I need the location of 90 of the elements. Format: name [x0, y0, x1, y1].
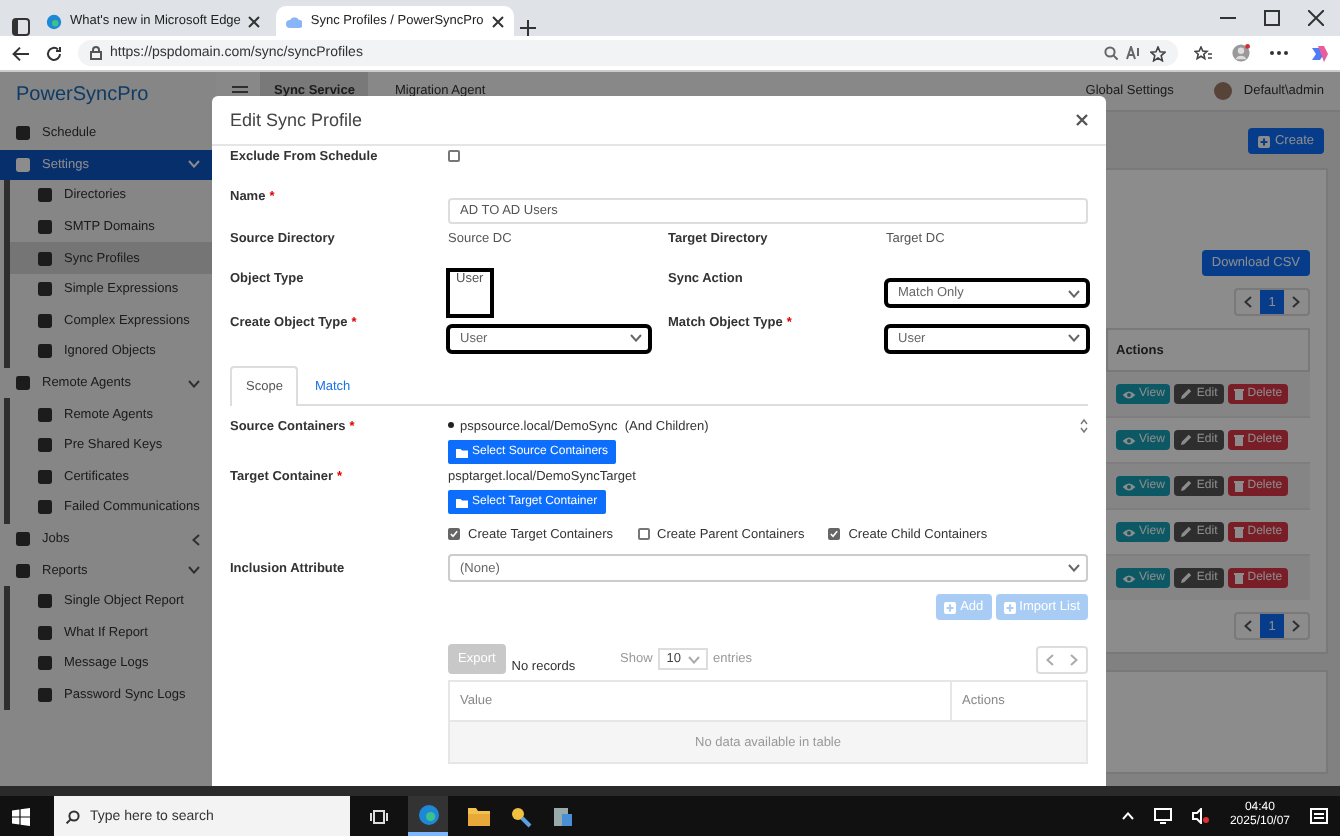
plus-square-icon: [1258, 135, 1271, 147]
search-icon[interactable]: [1104, 46, 1118, 60]
pencil-icon: [1180, 434, 1193, 446]
square-icon: [38, 188, 52, 203]
checkbox[interactable]: [448, 150, 460, 162]
square-icon: [38, 594, 52, 609]
pencil-icon: [1180, 388, 1193, 400]
read-aloud-icon[interactable]: [1126, 46, 1142, 60]
close-icon[interactable]: [1308, 10, 1324, 26]
checkbox[interactable]: [448, 528, 460, 540]
chevron-down-icon: [188, 566, 200, 575]
notification-icon[interactable]: [1310, 807, 1328, 825]
scroll-arrows-icon: [1080, 418, 1088, 434]
trash-icon: [1233, 572, 1244, 584]
close-icon[interactable]: [491, 15, 504, 27]
chevron-down-icon: [1068, 564, 1080, 572]
copilot-icon[interactable]: [1308, 43, 1328, 63]
chevron-left-icon: [192, 533, 200, 546]
square-icon: [38, 344, 52, 359]
dialog-title: Edit Sync Profile: [230, 110, 363, 130]
task-view-icon[interactable]: [370, 809, 388, 823]
chevron-down-icon: [687, 655, 699, 663]
square-icon: [16, 126, 30, 141]
lock-icon: [90, 46, 102, 60]
speaker-icon[interactable]: [1191, 808, 1210, 824]
chevron-right-icon: [1292, 620, 1300, 632]
square-icon: [38, 687, 52, 702]
trash-icon: [1233, 526, 1244, 538]
reload-icon[interactable]: [46, 45, 62, 61]
logo-text: PowerSyncPro: [16, 84, 149, 106]
square-icon: [38, 251, 52, 266]
search-icon: [66, 809, 80, 823]
favorites-icon[interactable]: [1194, 45, 1212, 61]
edge-icon: [46, 13, 62, 29]
chevron-left-icon: [1244, 620, 1252, 632]
edge-icon[interactable]: [417, 803, 439, 825]
chevron-left-icon: [1046, 653, 1054, 665]
square-icon: [38, 282, 52, 297]
pencil-icon: [1180, 480, 1193, 492]
chevron-up-icon[interactable]: [1121, 812, 1134, 820]
trash-icon: [1233, 434, 1244, 446]
chevron-down-icon: [1068, 289, 1080, 297]
square-icon: [38, 438, 52, 453]
checkbox[interactable]: [637, 528, 650, 540]
chevron-down-icon: [188, 160, 200, 169]
star-icon[interactable]: [1150, 45, 1166, 61]
cloud-icon: [286, 15, 303, 27]
square-icon: [38, 313, 52, 328]
square-icon: [16, 532, 30, 547]
pencil-icon: [1180, 572, 1193, 584]
pencil-icon: [1180, 526, 1193, 538]
folder-icon[interactable]: [468, 807, 490, 825]
square-icon: [16, 157, 30, 172]
close-icon[interactable]: [248, 15, 261, 27]
square-icon: [16, 376, 30, 391]
profile-icon[interactable]: [1232, 44, 1250, 62]
chevron-down-icon: [630, 334, 642, 342]
eye-icon: [1121, 527, 1135, 537]
tab-actions-icon: [12, 18, 30, 36]
new-tab-icon[interactable]: [519, 20, 536, 36]
chevron-down-icon: [1068, 334, 1080, 342]
back-icon[interactable]: [12, 45, 30, 61]
chevron-left-icon: [1244, 296, 1252, 308]
square-icon: [38, 625, 52, 640]
avatar-icon: [1213, 82, 1232, 100]
checkbox[interactable]: [828, 528, 841, 540]
eye-icon: [1121, 435, 1135, 445]
eye-icon: [1121, 481, 1135, 491]
chevron-down-icon: [188, 379, 200, 388]
network-icon[interactable]: [1153, 808, 1172, 824]
trash-icon: [1233, 388, 1244, 400]
more-icon[interactable]: [1270, 50, 1288, 56]
chevron-right-icon: [1070, 653, 1078, 665]
folder-icon: [456, 447, 468, 457]
eye-icon: [1121, 573, 1135, 583]
chevron-right-icon: [1292, 296, 1300, 308]
eye-icon: [1121, 389, 1135, 399]
maximize-icon[interactable]: [1264, 10, 1280, 26]
square-icon: [38, 220, 52, 235]
trash-icon: [1233, 480, 1244, 492]
plus-square-icon: [1003, 601, 1016, 613]
square-icon: [38, 500, 52, 515]
close-icon[interactable]: [1076, 114, 1088, 126]
folder-icon: [456, 497, 468, 507]
square-icon: [38, 407, 52, 422]
square-icon: [38, 656, 52, 671]
plus-square-icon: [944, 601, 957, 613]
square-icon: [16, 563, 30, 578]
square-icon: [38, 469, 52, 484]
windows-icon[interactable]: [12, 807, 30, 825]
